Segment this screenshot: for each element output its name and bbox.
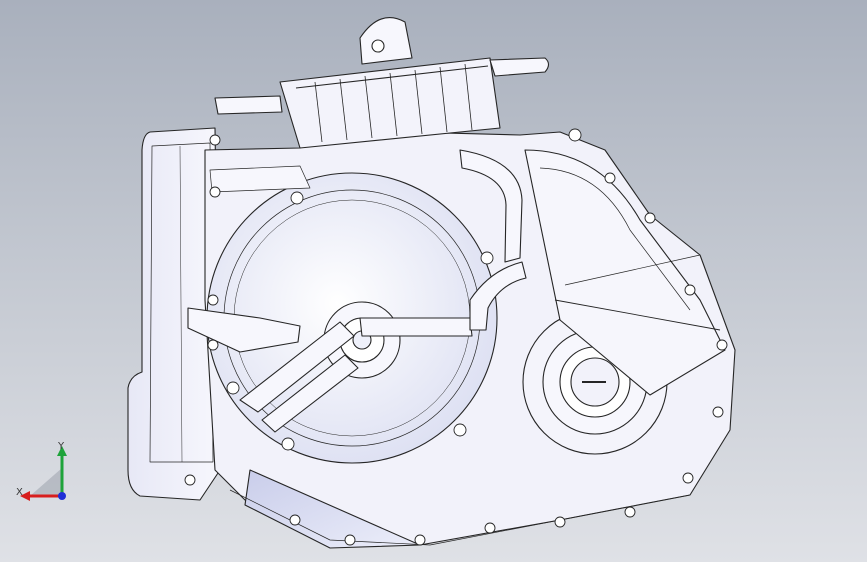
cooler-pipe-left [214,95,283,115]
cooler-mounting-tab [359,17,413,65]
coordinate-triad [20,446,67,501]
cross-pipe [359,317,473,337]
triad-z-axis [58,492,66,500]
triad-plane-shadow [30,468,62,496]
cad-graphics-viewport[interactable]: X Y [0,0,867,562]
model-body [127,17,736,549]
transmission-model[interactable] [0,0,867,562]
triad-y-label: Y [58,441,65,452]
triad-x-label: X [16,487,23,498]
cooler-pipe-right [489,57,550,77]
